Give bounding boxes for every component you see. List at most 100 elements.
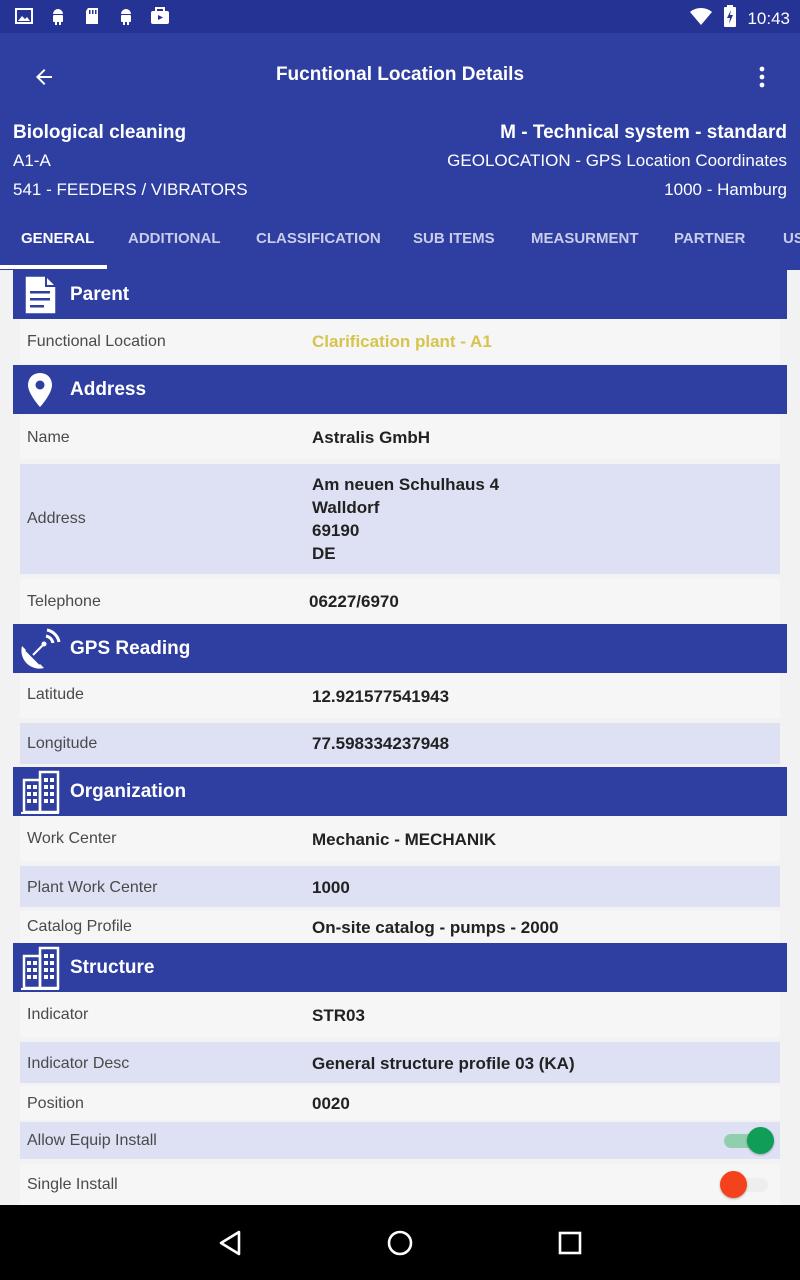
field-address: Address Am neuen Schulhaus 4 Walldorf 69… xyxy=(20,464,780,574)
field-label: Allow Equip Install xyxy=(27,1132,157,1149)
field-functional-location: Functional Location Clarification plant … xyxy=(20,319,780,364)
field-value: On-site catalog - pumps - 2000 xyxy=(312,918,559,937)
status-bar: 10:43 xyxy=(0,0,800,33)
tab-classification[interactable]: CLASSIFICATION xyxy=(256,216,381,270)
section-header-gps: GPS Reading xyxy=(13,624,787,673)
field-label: Name xyxy=(27,429,70,446)
field-value: STR03 xyxy=(312,1006,365,1025)
tab-bar: GENERAL ADDITIONAL CLASSIFICATION SUB IT… xyxy=(0,216,800,270)
field-catalog-profile: Catalog Profile On-site catalog - pumps … xyxy=(20,911,780,943)
section-title: Structure xyxy=(70,957,155,978)
field-label: Longitude xyxy=(27,735,98,752)
address-city: Walldorf xyxy=(312,498,380,517)
section-title: Organization xyxy=(70,781,187,802)
field-value: 0020 xyxy=(312,1094,350,1113)
section-header-parent: Parent xyxy=(13,270,787,319)
nav-recents-icon xyxy=(558,1231,582,1255)
plant-label: 1000 - Hamburg xyxy=(664,180,787,199)
field-label: Catalog Profile xyxy=(27,918,132,935)
field-indicator: Indicator STR03 xyxy=(20,992,780,1037)
notification-icons xyxy=(14,6,170,26)
more-vert-icon xyxy=(759,66,765,88)
field-value: General structure profile 03 (KA) xyxy=(312,1054,575,1073)
tab-us[interactable]: US xyxy=(783,216,800,270)
system-nav-bar xyxy=(0,1205,800,1280)
field-label: Work Center xyxy=(27,830,117,847)
nav-home-button[interactable] xyxy=(380,1225,420,1261)
nav-recents-button[interactable] xyxy=(550,1225,590,1261)
address-lines: Am neuen Schulhaus 4 Walldorf 69190 DE xyxy=(312,473,499,565)
wifi-icon xyxy=(689,6,713,31)
field-label: Single Install xyxy=(27,1176,118,1193)
field-label: Telephone xyxy=(27,593,101,610)
section-header-structure: Structure xyxy=(13,943,787,992)
field-telephone: Telephone 06227/6970 xyxy=(20,579,780,624)
overflow-menu-button[interactable] xyxy=(746,59,778,95)
android-icon xyxy=(116,6,136,26)
nav-back-icon xyxy=(219,1230,241,1256)
single-install-toggle[interactable] xyxy=(720,1169,774,1199)
app-bar: Fucntional Location Details Biological c… xyxy=(0,33,800,270)
field-value: Astralis GmbH xyxy=(312,428,431,447)
parent-location-link[interactable]: Clarification plant - A1 xyxy=(312,330,492,353)
toggle-thumb xyxy=(720,1171,747,1198)
field-label: Functional Location xyxy=(27,333,166,350)
nav-back-button[interactable] xyxy=(210,1225,250,1261)
section-title: GPS Reading xyxy=(70,638,191,659)
media-store-icon xyxy=(150,6,170,26)
field-label: Position xyxy=(27,1095,84,1112)
field-value: 1000 xyxy=(312,878,350,897)
document-icon xyxy=(18,273,62,317)
section-title: Parent xyxy=(70,284,130,305)
field-value: Mechanic - MECHANIK xyxy=(312,830,497,849)
building-icon xyxy=(18,946,62,990)
field-label: Latitude xyxy=(27,686,84,703)
geolocation-label: GEOLOCATION - GPS Location Coordinates xyxy=(447,151,787,170)
field-name: Name Astralis GmbH xyxy=(20,415,780,459)
building-icon xyxy=(18,770,62,814)
object-type: 541 - FEEDERS / VIBRATORS xyxy=(13,180,248,199)
tab-measurment[interactable]: MEASURMENT xyxy=(531,216,639,270)
tab-additional[interactable]: ADDITIONAL xyxy=(128,216,221,270)
field-value: 12.921577541943 xyxy=(312,687,450,706)
tab-partner[interactable]: PARTNER xyxy=(674,216,745,270)
field-label: Indicator Desc xyxy=(27,1055,130,1072)
clock: 10:43 xyxy=(747,8,790,28)
sd-card-icon xyxy=(82,6,102,26)
location-pin-icon xyxy=(18,368,62,412)
tab-indicator xyxy=(0,265,107,269)
page-title: Fucntional Location Details xyxy=(275,64,525,85)
field-work-center: Work Center Mechanic - MECHANIK xyxy=(20,816,780,861)
section-header-organization: Organization xyxy=(13,767,787,816)
field-latitude: Latitude 12.921577541943 xyxy=(20,673,780,718)
address-postal-code: 69190 xyxy=(312,521,360,540)
allow-equip-install-toggle[interactable] xyxy=(720,1125,774,1155)
section-header-address: Address xyxy=(13,365,787,414)
field-label: Indicator xyxy=(27,1006,89,1023)
field-label: Plant Work Center xyxy=(27,879,158,896)
field-allow-equip-install: Allow Equip Install xyxy=(20,1122,780,1159)
battery-charging-icon xyxy=(723,5,737,32)
field-value: 77.598334237948 xyxy=(312,734,450,753)
address-country: DE xyxy=(312,544,336,563)
android-icon xyxy=(48,6,68,26)
field-longitude: Longitude 77.598334237948 xyxy=(20,723,780,764)
location-id: A1-A xyxy=(13,151,51,170)
tab-sub-items[interactable]: SUB ITEMS xyxy=(413,216,495,270)
address-street: Am neuen Schulhaus 4 xyxy=(312,475,500,494)
field-label: Address xyxy=(27,510,86,527)
location-description: Biological cleaning xyxy=(13,122,187,143)
field-single-install: Single Install xyxy=(20,1164,780,1205)
toggle-thumb xyxy=(747,1127,774,1154)
field-position: Position 0020 xyxy=(20,1086,780,1120)
image-icon xyxy=(14,6,34,26)
toolbar: Fucntional Location Details xyxy=(0,33,800,119)
tab-general[interactable]: GENERAL xyxy=(21,216,94,270)
field-indicator-desc: Indicator Desc General structure profile… xyxy=(20,1042,780,1083)
structure-indicator: M - Technical system - standard xyxy=(500,122,787,143)
telephone-value[interactable]: 06227/6970 xyxy=(309,590,399,613)
nav-home-icon xyxy=(387,1230,413,1256)
details-scroll-area[interactable]: Parent Functional Location Clarification… xyxy=(0,270,800,1205)
section-title: Address xyxy=(70,379,147,400)
satellite-dish-icon xyxy=(18,627,62,671)
